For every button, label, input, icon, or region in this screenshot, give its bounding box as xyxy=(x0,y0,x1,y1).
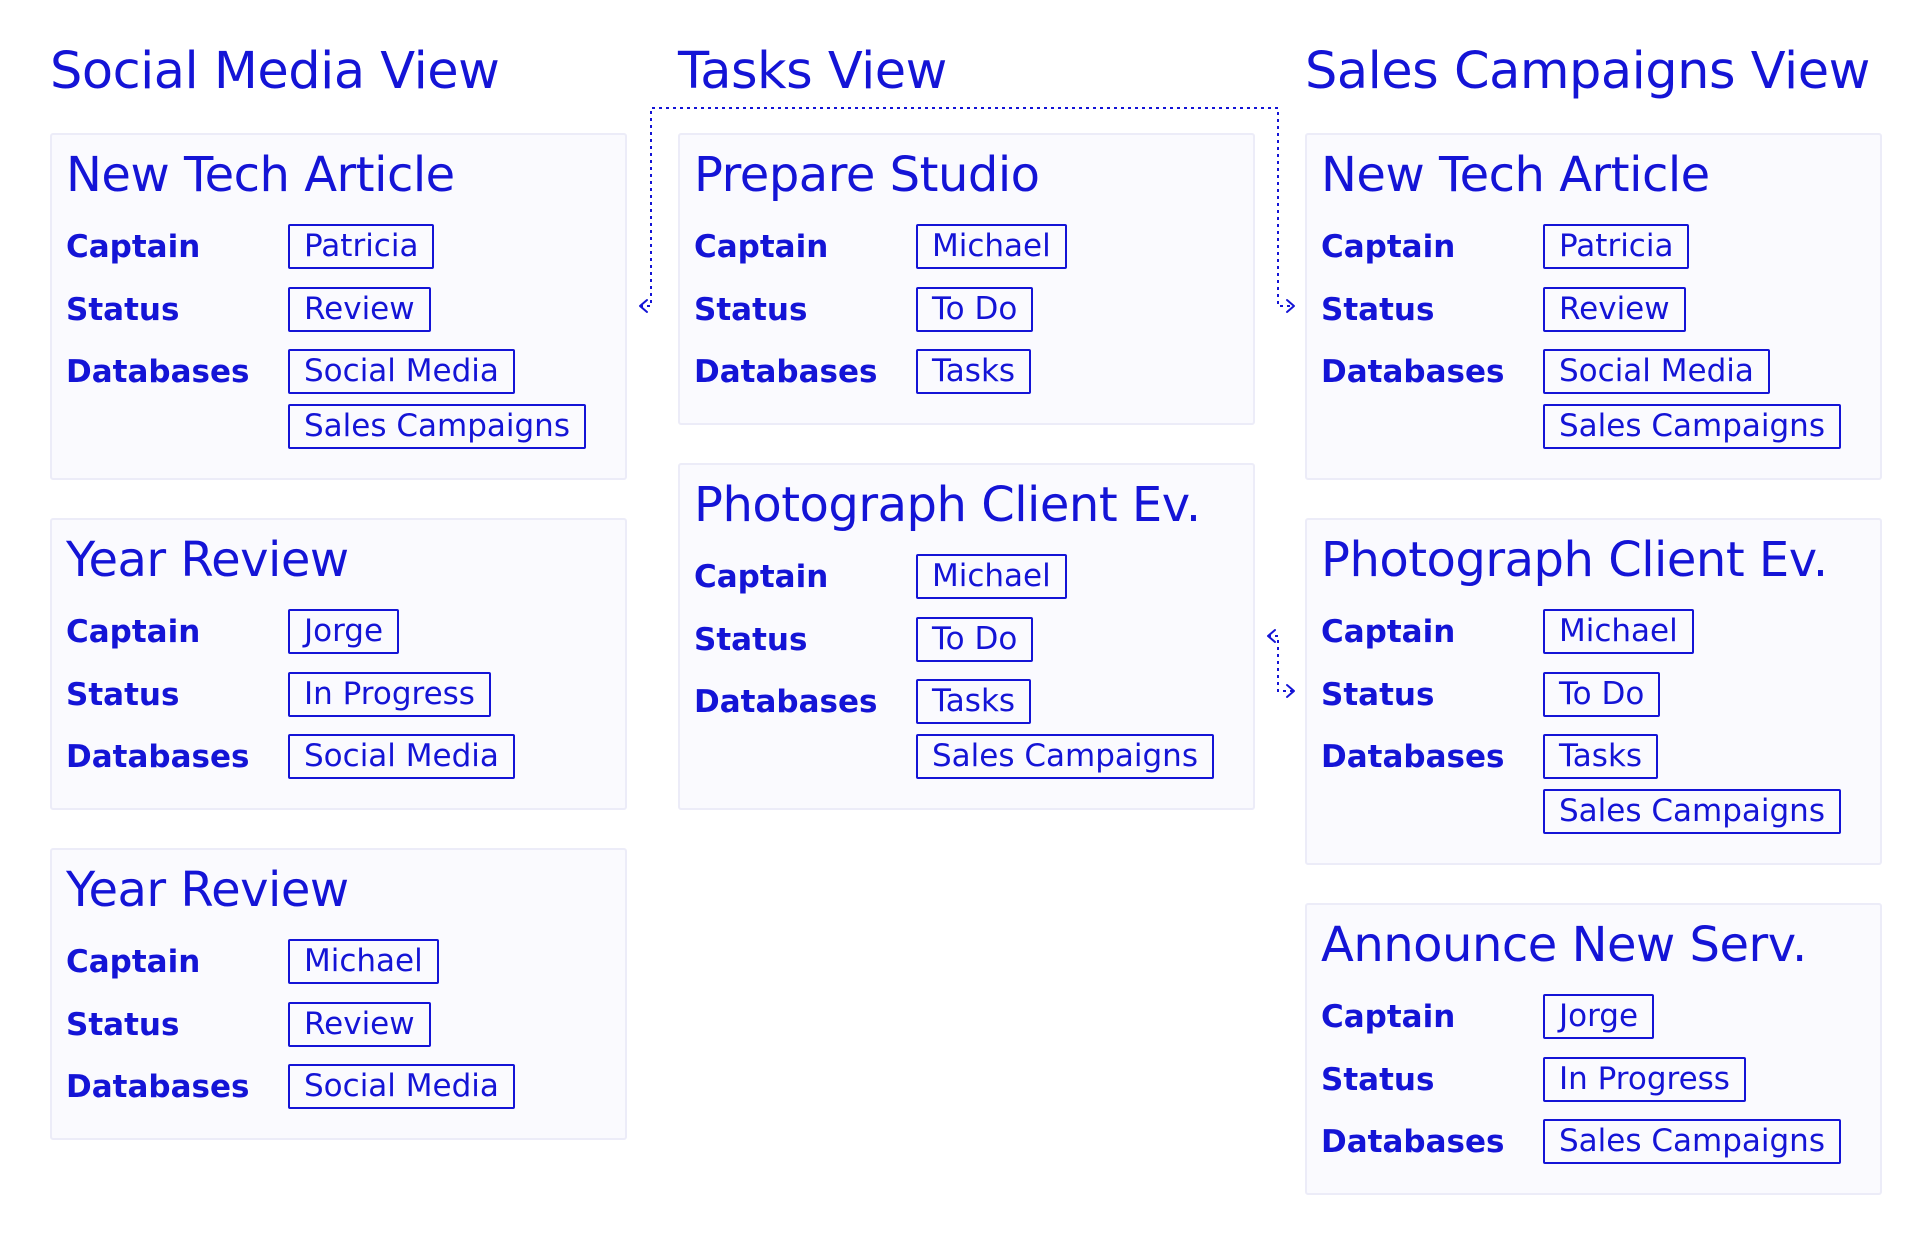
databases-label: Databases xyxy=(1321,1124,1505,1160)
database-tag-social-media: Social Media xyxy=(288,734,515,779)
status-tag: Review xyxy=(1543,287,1686,332)
databases-label: Databases xyxy=(1321,739,1505,775)
card-photograph-client-event[interactable]: Photograph Client Ev. Captain Michael St… xyxy=(1305,518,1882,865)
captain-label: Captain xyxy=(694,229,829,265)
arrowhead-right-icon xyxy=(1286,299,1295,313)
captain-label: Captain xyxy=(1321,999,1456,1035)
card-year-review-michael[interactable]: Year Review Captain Michael Status Revie… xyxy=(50,848,627,1140)
database-tag-sales-campaigns: Sales Campaigns xyxy=(916,734,1214,779)
card-title: New Tech Article xyxy=(66,147,455,203)
card-new-tech-article[interactable]: New Tech Article Captain Patricia Status… xyxy=(1305,133,1882,480)
status-label: Status xyxy=(66,292,180,328)
captain-label: Captain xyxy=(66,944,201,980)
database-tag-sales-campaigns: Sales Campaigns xyxy=(288,404,586,449)
captain-tag: Michael xyxy=(1543,609,1694,654)
captain-label: Captain xyxy=(1321,614,1456,650)
status-label: Status xyxy=(694,292,808,328)
database-tag-tasks: Tasks xyxy=(916,679,1032,724)
column-title-social-media-view: Social Media View xyxy=(50,42,500,101)
database-tag-social-media: Social Media xyxy=(1543,349,1770,394)
databases-label: Databases xyxy=(66,739,250,775)
captain-label: Captain xyxy=(694,559,829,595)
captain-tag: Michael xyxy=(916,554,1067,599)
column-title-sales-campaigns-view: Sales Campaigns View xyxy=(1305,42,1870,101)
status-tag: In Progress xyxy=(288,672,491,717)
status-label: Status xyxy=(66,1007,180,1043)
card-new-tech-article[interactable]: New Tech Article Captain Patricia Status… xyxy=(50,133,627,480)
captain-tag: Jorge xyxy=(1543,994,1655,1039)
card-prepare-studio[interactable]: Prepare Studio Captain Michael Status To… xyxy=(678,133,1255,425)
database-tag-sales-campaigns: Sales Campaigns xyxy=(1543,1119,1841,1164)
card-photograph-client-event[interactable]: Photograph Client Ev. Captain Michael St… xyxy=(678,463,1255,810)
status-tag: To Do xyxy=(1543,672,1661,717)
card-title: Announce New Serv. xyxy=(1321,917,1807,973)
databases-label: Databases xyxy=(66,1069,250,1105)
captain-tag: Michael xyxy=(916,224,1067,269)
status-tag: Review xyxy=(288,1002,431,1047)
captain-tag: Patricia xyxy=(1543,224,1690,269)
captain-label: Captain xyxy=(66,229,201,265)
captain-label: Captain xyxy=(66,614,201,650)
databases-label: Databases xyxy=(1321,354,1505,390)
connector-photograph-client-event xyxy=(1268,635,1293,692)
status-tag: To Do xyxy=(916,287,1034,332)
status-label: Status xyxy=(694,622,808,658)
arrowhead-right-icon xyxy=(1286,684,1295,698)
card-title: Photograph Client Ev. xyxy=(694,477,1201,533)
status-label: Status xyxy=(1321,677,1435,713)
card-year-review-jorge[interactable]: Year Review Captain Jorge Status In Prog… xyxy=(50,518,627,810)
column-title-tasks-view: Tasks View xyxy=(678,42,947,101)
databases-label: Databases xyxy=(694,354,878,390)
captain-tag: Michael xyxy=(288,939,439,984)
databases-label: Databases xyxy=(66,354,250,390)
status-label: Status xyxy=(1321,1062,1435,1098)
status-tag: Review xyxy=(288,287,431,332)
captain-label: Captain xyxy=(1321,229,1456,265)
card-title: Year Review xyxy=(66,862,349,918)
status-label: Status xyxy=(1321,292,1435,328)
status-tag: In Progress xyxy=(1543,1057,1746,1102)
card-announce-new-service[interactable]: Announce New Serv. Captain Jorge Status … xyxy=(1305,903,1882,1195)
status-label: Status xyxy=(66,677,180,713)
status-tag: To Do xyxy=(916,617,1034,662)
database-tag-tasks: Tasks xyxy=(1543,734,1659,779)
arrowhead-left-icon xyxy=(639,299,648,313)
database-tag-sales-campaigns: Sales Campaigns xyxy=(1543,404,1841,449)
database-tag-social-media: Social Media xyxy=(288,349,515,394)
captain-tag: Jorge xyxy=(288,609,400,654)
card-title: Photograph Client Ev. xyxy=(1321,532,1828,588)
database-tag-sales-campaigns: Sales Campaigns xyxy=(1543,789,1841,834)
arrowhead-left-icon xyxy=(1267,629,1276,643)
databases-label: Databases xyxy=(694,684,878,720)
card-title: Prepare Studio xyxy=(694,147,1040,203)
card-title: New Tech Article xyxy=(1321,147,1710,203)
card-title: Year Review xyxy=(66,532,349,588)
database-tag-social-media: Social Media xyxy=(288,1064,515,1109)
captain-tag: Patricia xyxy=(288,224,435,269)
database-tag-tasks: Tasks xyxy=(916,349,1032,394)
